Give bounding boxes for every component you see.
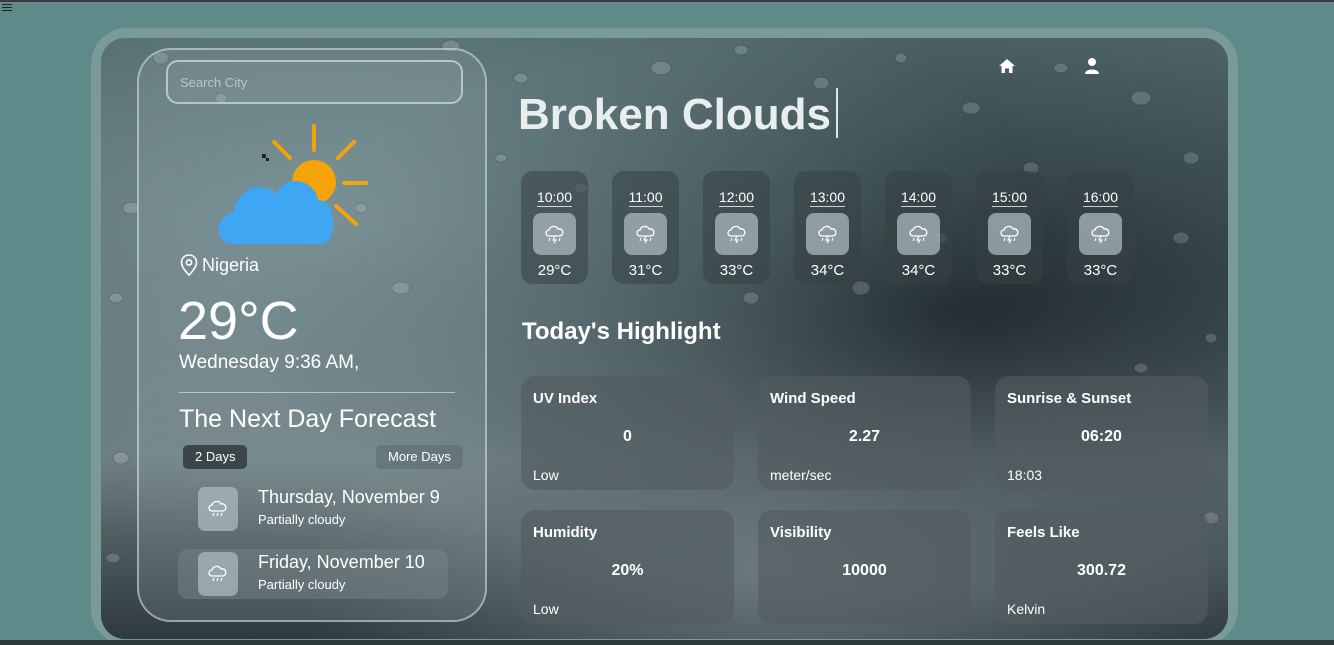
hour-temperature: 33°C xyxy=(1083,262,1118,279)
highlight-card-feels-like: Feels Like 300.72 Kelvin xyxy=(995,510,1208,624)
highlight-label: Wind Speed xyxy=(770,390,856,407)
tab-2-days[interactable]: 2 Days xyxy=(183,445,248,469)
hourly-card: 15:00 33°C xyxy=(976,171,1043,284)
thunderstorm-icon xyxy=(806,213,849,255)
hour-temperature: 31°C xyxy=(628,262,663,279)
bottom-status-strip xyxy=(0,640,1334,645)
user-icon[interactable] xyxy=(1084,57,1100,75)
forecast-day-name: Thursday, November 9 xyxy=(258,487,440,507)
hourly-card: 12:00 33°C xyxy=(703,171,770,284)
weather-condition-heading: Broken Clouds xyxy=(518,90,831,139)
highlight-label: Visibility xyxy=(770,524,832,541)
hour-time: 16:00 xyxy=(1082,189,1119,207)
highlight-card-uv-index: UV Index 0 Low xyxy=(521,376,734,490)
hour-time: 10:00 xyxy=(536,189,573,207)
search-city-input[interactable] xyxy=(166,60,463,104)
highlight-sub: Low xyxy=(533,467,559,483)
highlight-card-wind-speed: Wind Speed 2.27 meter/sec xyxy=(758,376,971,490)
hourly-card: 14:00 34°C xyxy=(885,171,952,284)
location-pin-icon xyxy=(180,254,198,276)
highlight-label: UV Index xyxy=(533,390,598,407)
forecast-day-row[interactable]: Friday, November 10 Partially cloudy xyxy=(178,549,448,599)
current-datetime: Wednesday 9:36 AM, xyxy=(179,352,360,373)
hourly-card: 10:00 29°C xyxy=(521,171,588,284)
hamburger-menu-icon[interactable] xyxy=(2,4,12,12)
forecast-day-desc: Partially cloudy xyxy=(258,577,346,592)
highlight-card-sunrise-sunset: Sunrise & Sunset 06:20 18:03 xyxy=(995,376,1208,490)
highlight-label: Humidity xyxy=(533,524,598,541)
highlight-title: Today's Highlight xyxy=(522,318,721,345)
highlight-label: Feels Like xyxy=(1007,524,1080,541)
rain-cloud-icon xyxy=(198,487,238,531)
home-icon[interactable] xyxy=(998,57,1016,75)
hourly-card: 13:00 34°C xyxy=(794,171,861,284)
highlight-value: 0 xyxy=(623,428,632,445)
highlight-sub: meter/sec xyxy=(770,467,832,483)
highlight-value: 10000 xyxy=(842,562,887,579)
tab-more-days[interactable]: More Days xyxy=(376,445,463,469)
text-cursor xyxy=(836,88,838,138)
highlight-card-humidity: Humidity 20% Low xyxy=(521,510,734,624)
hour-temperature: 29°C xyxy=(537,262,572,279)
location-label: Nigeria xyxy=(180,254,259,276)
rain-cloud-icon xyxy=(198,552,238,596)
hour-temperature: 34°C xyxy=(901,262,936,279)
hourly-card: 16:00 33°C xyxy=(1067,171,1134,284)
forecast-day-desc: Partially cloudy xyxy=(258,512,346,527)
forecast-title: The Next Day Forecast xyxy=(179,405,437,433)
hour-temperature: 33°C xyxy=(719,262,754,279)
hour-time: 12:00 xyxy=(718,189,755,207)
highlight-value: 2.27 xyxy=(848,428,881,445)
highlight-label: Sunrise & Sunset xyxy=(1007,390,1132,407)
hour-time: 11:00 xyxy=(628,189,663,207)
thunderstorm-icon xyxy=(624,213,667,255)
forecast-day-row[interactable]: Thursday, November 9 Partially cloudy xyxy=(178,484,448,534)
highlight-sub: Low xyxy=(533,601,559,617)
highlight-value: 06:20 xyxy=(1081,428,1122,445)
highlight-card-visibility: Visibility 10000 xyxy=(758,510,971,624)
highlight-value: 20% xyxy=(611,562,644,579)
thunderstorm-icon xyxy=(988,213,1031,255)
thunderstorm-icon xyxy=(533,213,576,255)
hour-time: 15:00 xyxy=(991,189,1028,207)
forecast-day-name: Friday, November 10 xyxy=(258,552,425,572)
location-name: Nigeria xyxy=(202,254,260,275)
thunderstorm-icon xyxy=(715,213,758,255)
window-top-border xyxy=(0,0,1334,2)
thunderstorm-icon xyxy=(1079,213,1122,255)
highlight-sub: 18:03 xyxy=(1007,467,1043,483)
sun-cloud-icon xyxy=(218,124,368,244)
highlight-value: 300.72 xyxy=(1077,562,1126,579)
current-temperature: 29°C xyxy=(178,291,299,351)
hour-time: 14:00 xyxy=(900,189,937,207)
panel-divider xyxy=(179,392,455,393)
hour-temperature: 33°C xyxy=(992,262,1027,279)
hourly-card: 11:00 31°C xyxy=(612,171,679,284)
highlight-sub: Kelvin xyxy=(1007,601,1046,617)
hour-temperature: 34°C xyxy=(810,262,845,279)
thunderstorm-icon xyxy=(897,213,940,255)
hour-time: 13:00 xyxy=(809,189,846,207)
